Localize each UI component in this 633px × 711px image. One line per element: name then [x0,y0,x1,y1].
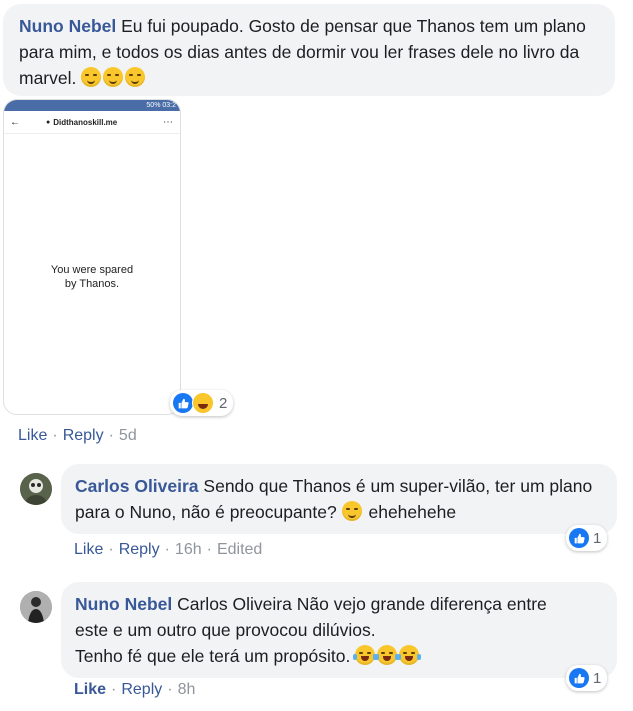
comment-screenshot-image[interactable]: 50% 03:2 ← ● Didthanoskill.me ⋯ You were… [3,99,181,415]
reply-actions: Like · Reply · 8h [74,681,196,698]
like-link[interactable]: Like [18,427,47,444]
phone-status-bar: 50% 03:2 [4,100,180,111]
reply-bubble-carlos: Carlos Oliveira Sendo que Thanos é um su… [61,464,617,534]
phone-url: Didthanoskill.me [53,117,118,127]
smirk-face-emoji-icon [81,67,102,87]
like-link[interactable]: Like [74,681,106,698]
comment-bubble-nuno: Nuno Nebel Eu fui poupado. Gosto de pens… [3,4,615,96]
reply-link[interactable]: Reply [121,681,162,698]
reply-text-end: ehehehehe [368,502,457,522]
mention-link[interactable]: Carlos Oliveira [177,594,292,614]
more-dots-icon: ⋯ [163,116,174,128]
like-link[interactable]: Like [74,541,103,558]
like-reaction-icon [569,668,589,688]
reply-text-line3: Tenho fé que ele terá um propósito. [75,646,351,666]
comment-author[interactable]: Nuno Nebel [19,16,116,36]
tears-of-joy-emoji-icon [397,645,422,665]
reply-link[interactable]: Reply [119,541,160,558]
timestamp[interactable]: 16h [175,541,202,558]
timestamp[interactable]: 5d [119,427,137,444]
avatar[interactable] [20,591,52,623]
edited-label[interactable]: Edited [217,541,262,558]
wink-face-emoji-icon [341,501,362,521]
back-arrow-icon: ← [10,116,20,128]
smirk-face-emoji-icon [125,67,146,87]
spared-message: You were spared by Thanos. [50,264,134,290]
smirk-face-emoji-icon [103,67,124,87]
like-reaction-icon [569,528,589,548]
reply-actions: Like · Reply · 16h · Edited [74,541,263,558]
comment-actions: Like · Reply · 5d [18,427,137,444]
reaction-count: 1 [593,669,602,687]
reaction-summary[interactable]: 2 [170,390,234,416]
reply-text-line1: Não vejo grande diferença entre [296,594,547,614]
reply-bubble-nuno: Nuno Nebel Carlos Oliveira Não vejo gran… [61,582,617,678]
tears-of-joy-emoji-icon [353,645,378,665]
reaction-count: 1 [593,529,602,547]
reply-author[interactable]: Carlos Oliveira [75,476,199,496]
avatar[interactable] [20,473,52,505]
phone-url-bar: ← ● Didthanoskill.me ⋯ [4,111,180,134]
tears-of-joy-emoji-icon [375,645,400,665]
reaction-count: 2 [219,394,228,412]
reply-text-line2: este e um outro que provocou dilúvios. [75,620,376,640]
timestamp[interactable]: 8h [178,681,196,698]
reaction-summary[interactable]: 1 [566,665,608,691]
haha-reaction-icon [192,392,214,414]
like-reaction-icon [173,393,193,413]
lock-icon: ● [46,118,51,126]
reply-author[interactable]: Nuno Nebel [75,594,172,614]
reply-link[interactable]: Reply [63,427,104,444]
reaction-summary[interactable]: 1 [566,525,608,551]
